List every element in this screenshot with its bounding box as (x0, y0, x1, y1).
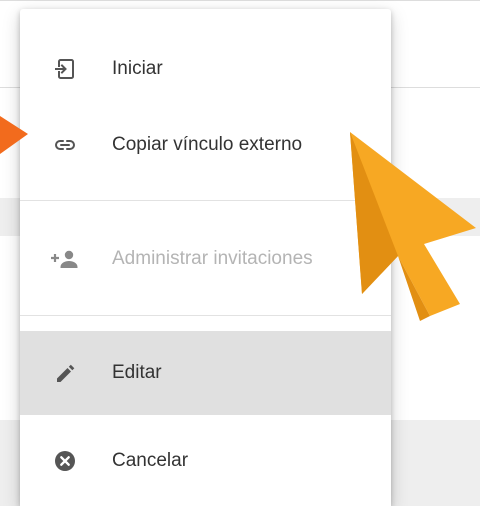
context-menu: Iniciar Copiar vínculo externo Administr… (20, 9, 391, 506)
menu-item-label: Iniciar (112, 58, 163, 79)
menu-separator (20, 315, 391, 316)
menu-item-edit[interactable]: Editar (20, 331, 391, 415)
pointer-cursor-icon (350, 132, 476, 321)
menu-item-start[interactable]: Iniciar (20, 39, 391, 99)
menu-item-label: Editar (112, 362, 162, 383)
cancel-circle-icon (47, 443, 83, 479)
menu-separator (20, 200, 391, 201)
link-icon (47, 127, 83, 163)
login-icon (47, 51, 83, 87)
person-add-icon (47, 241, 83, 277)
annotation-arrow-icon (0, 116, 28, 154)
menu-item-cancel[interactable]: Cancelar (20, 429, 391, 493)
menu-item-label: Copiar vínculo externo (112, 134, 303, 155)
menu-item-manage-invitations[interactable]: Administrar invitaciones (20, 229, 391, 289)
pencil-icon (47, 355, 83, 391)
menu-item-label: Cancelar (112, 450, 189, 471)
background-divider-top (0, 0, 480, 1)
menu-item-copy-link[interactable]: Copiar vínculo externo (20, 115, 391, 175)
menu-item-label: Administrar invitaciones (112, 248, 313, 269)
